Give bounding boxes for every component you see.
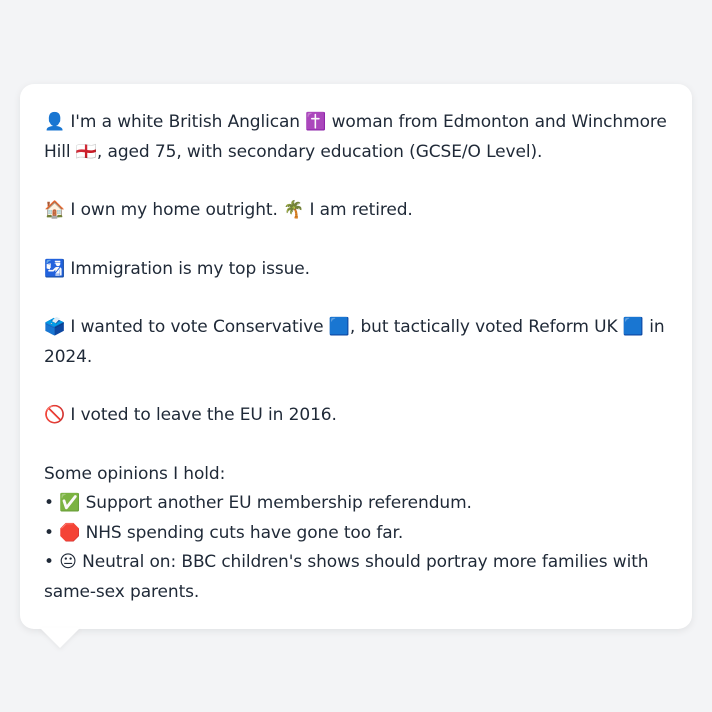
opinions-block: Some opinions I hold: • ✅ Support anothe… (44, 460, 668, 608)
opinion-item: • 😐 Neutral on: BBC children's shows sho… (44, 552, 649, 602)
opinion-item: • 🛑 NHS spending cuts have gone too far. (44, 522, 404, 543)
issue-text: 🛂 Immigration is my top issue. (44, 258, 310, 279)
message-bubble: 👤 I'm a white British Anglican ✝️ woman … (20, 84, 692, 629)
opinion-item: • ✅ Support another EU membership refere… (44, 493, 472, 513)
vote-text: 🗳️ I wanted to vote Conservative 🟦, but … (44, 317, 665, 367)
home-text: 🏠 I own my home outright. 🌴 I am retired… (44, 200, 413, 220)
brexit-text: 🚫 I voted to leave the EU in 2016. (44, 405, 337, 425)
bubble-tail (40, 628, 80, 648)
opinions-heading: Some opinions I hold: (44, 463, 226, 484)
identity-text: 👤 I'm a white British Anglican ✝️ woman … (44, 112, 667, 162)
